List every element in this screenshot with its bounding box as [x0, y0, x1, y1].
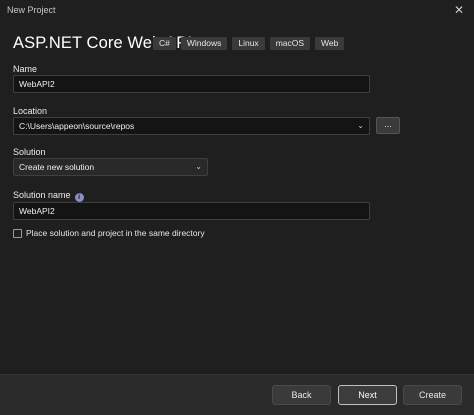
browse-button[interactable]: ... [376, 117, 400, 134]
tag-linux: Linux [232, 37, 265, 50]
tag-csharp: C# [153, 37, 176, 50]
tag-macos: macOS [269, 37, 311, 50]
title-bar: New Project ✕ [0, 0, 474, 22]
location-label: Location [13, 106, 48, 116]
chevron-down-icon[interactable]: ⌄ [195, 159, 202, 175]
window-title: New Project [7, 5, 56, 15]
solution-dropdown[interactable]: Create new solution ⌄ [13, 158, 208, 176]
close-icon[interactable]: ✕ [451, 2, 467, 18]
back-button[interactable]: Back [272, 385, 331, 405]
chevron-down-icon[interactable]: ⌄ [357, 118, 364, 134]
same-directory-row[interactable]: Place solution and project in the same d… [13, 228, 205, 238]
tag-web: Web [315, 37, 345, 50]
solution-name-field[interactable] [13, 202, 370, 220]
location-combobox[interactable]: C:\Users\appeon\source\repos ⌄ [13, 117, 370, 135]
location-value: C:\Users\appeon\source\repos [19, 121, 135, 131]
name-input[interactable] [19, 76, 369, 92]
same-directory-checkbox[interactable] [13, 228, 22, 238]
info-icon[interactable]: i [74, 193, 84, 202]
solution-label: Solution [13, 147, 46, 157]
name-label: Name [13, 64, 38, 74]
new-project-dialog: New Project ✕ ASP.NET Core Web API C# Wi… [0, 0, 474, 415]
solution-name-label-row: Solution name i [13, 190, 84, 202]
name-field[interactable] [13, 75, 370, 93]
same-directory-label: Place solution and project in the same d… [26, 228, 205, 238]
solution-name-input[interactable] [19, 203, 369, 219]
solution-name-label: Solution name [13, 190, 71, 200]
template-tags: C# Windows Linux macOS Web [153, 37, 345, 50]
solution-value: Create new solution [19, 162, 95, 172]
tag-windows: Windows [180, 37, 228, 50]
next-button[interactable]: Next [338, 385, 397, 405]
create-button[interactable]: Create [403, 385, 462, 405]
